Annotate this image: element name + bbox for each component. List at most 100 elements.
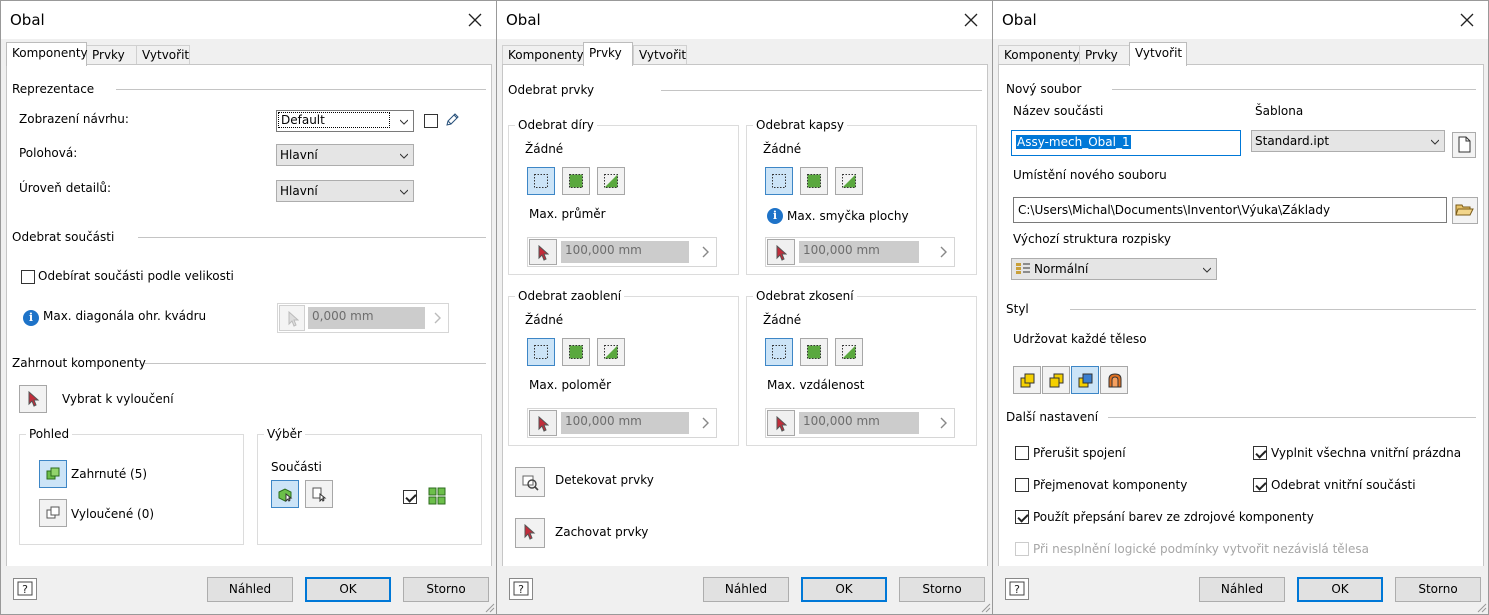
excluded-toggle[interactable]	[39, 499, 67, 527]
tab-prvky[interactable]: Prvky	[583, 42, 633, 66]
title-bar: Obal	[497, 1, 992, 39]
preview-button[interactable]: Náhled	[1199, 577, 1285, 602]
break-link-checkbox[interactable]	[1015, 446, 1029, 460]
tab-prvky[interactable]: Prvky	[1079, 45, 1130, 65]
style-each-solid-button[interactable]	[1071, 366, 1099, 394]
fillets-all-button[interactable]	[562, 338, 590, 366]
tab-komponenty[interactable]: Komponenty	[502, 45, 584, 65]
color-override-checkbox[interactable]	[1015, 510, 1029, 524]
chevron-right-icon[interactable]	[700, 246, 710, 258]
cancel-button[interactable]: Storno	[1395, 577, 1481, 602]
chamfers-max-value[interactable]: 100,000 mm	[799, 412, 919, 434]
bom-label: Výchozí struktura rozpisky	[1013, 232, 1171, 246]
select-all-checkbox[interactable]	[403, 490, 417, 504]
ok-button[interactable]: OK	[305, 577, 391, 602]
resize-grip-icon[interactable]	[1475, 601, 1487, 613]
tab-vytvorit[interactable]: Vytvořit	[136, 45, 190, 65]
resize-grip-icon[interactable]	[979, 601, 991, 613]
cancel-button[interactable]: Storno	[899, 577, 985, 602]
bom-structure-select[interactable]: Normální	[1011, 258, 1217, 280]
chamfers-all-button[interactable]	[800, 338, 828, 366]
close-icon[interactable]	[958, 7, 984, 33]
tab-vytvorit[interactable]: Vytvořit	[633, 45, 687, 65]
pockets-none-button[interactable]	[765, 167, 793, 195]
template-select[interactable]: Standard.ipt	[1251, 130, 1445, 152]
cursor-icon	[538, 245, 549, 261]
resize-grip-icon[interactable]	[483, 601, 495, 613]
pick-button[interactable]	[529, 239, 557, 265]
location-input[interactable]: C:\Users\Michal\Documents\Inventor\Výuka…	[1013, 197, 1447, 223]
tab-komponenty[interactable]: Komponenty	[6, 42, 88, 66]
select-exclude-label: Vybrat k vyloučení	[62, 392, 174, 406]
chamfers-max-input[interactable]: 100,000 mm	[765, 408, 955, 438]
chevron-right-icon[interactable]	[938, 246, 948, 258]
style-surface-button[interactable]	[1100, 366, 1128, 394]
preview-button[interactable]: Náhled	[207, 577, 293, 602]
fill-voids-checkbox[interactable]	[1253, 446, 1267, 460]
fillets-max-value[interactable]: 100,000 mm	[561, 412, 689, 434]
select-exclude-button[interactable]	[19, 385, 47, 413]
pick-button[interactable]	[767, 410, 795, 436]
dotted-square-icon	[534, 345, 548, 359]
holes-none-button[interactable]	[527, 167, 555, 195]
holes-range-button[interactable]	[597, 167, 625, 195]
select-parts-button[interactable]	[271, 480, 299, 508]
part-name-input[interactable]: Assy-mech_Obal_1	[1011, 130, 1241, 156]
pockets-all-button[interactable]	[800, 167, 828, 195]
pockets-max-input[interactable]: 100,000 mm	[765, 237, 955, 267]
help-button[interactable]: ?	[13, 578, 37, 600]
cursor-icon	[288, 311, 299, 327]
chevron-down-icon	[1203, 267, 1211, 273]
fillets-range-button[interactable]	[597, 338, 625, 366]
close-icon[interactable]	[462, 7, 488, 33]
detail-level-value: Hlavní	[280, 184, 318, 198]
included-toggle[interactable]	[39, 460, 67, 488]
fillets-none-button[interactable]	[527, 338, 555, 366]
close-icon[interactable]	[1454, 7, 1480, 33]
remove-internal-checkbox[interactable]	[1253, 478, 1267, 492]
select-subassembly-button[interactable]	[305, 480, 333, 508]
style-solid-no-seams-button[interactable]	[1042, 366, 1070, 394]
chevron-right-icon[interactable]	[938, 417, 948, 429]
pick-button[interactable]	[529, 410, 557, 436]
tab-vytvorit[interactable]: Vytvořit	[1129, 42, 1187, 66]
fillets-max-input[interactable]: 100,000 mm	[527, 408, 717, 438]
chevron-right-icon[interactable]	[700, 417, 710, 429]
tab-komponenty[interactable]: Komponenty	[998, 45, 1080, 65]
detect-features-button[interactable]	[515, 467, 545, 497]
holes-max-value[interactable]: 100,000 mm	[561, 241, 689, 263]
group-label: Pohled	[26, 427, 73, 441]
chamfers-none-button[interactable]	[765, 338, 793, 366]
half-square-icon	[604, 174, 618, 188]
section-dalsi-nastaveni: Další nastavení	[1006, 410, 1476, 424]
help-button[interactable]: ?	[509, 578, 533, 600]
help-button[interactable]: ?	[1005, 578, 1029, 600]
pockets-group: Odebrat kapsy Žádné i Max. smyčka plochy…	[746, 118, 977, 275]
ok-button[interactable]: OK	[801, 577, 887, 602]
detail-level-select[interactable]: Hlavní	[276, 180, 414, 202]
pockets-range-button[interactable]	[835, 167, 863, 195]
rename-components-checkbox[interactable]	[1015, 478, 1029, 492]
tab-prvky[interactable]: Prvky	[86, 45, 137, 65]
location-browse-button[interactable]	[1452, 197, 1478, 224]
template-browse-button[interactable]	[1452, 132, 1476, 158]
bom-structure-icon	[1016, 263, 1030, 274]
design-view-select[interactable]: Default	[276, 110, 414, 132]
pockets-max-value[interactable]: 100,000 mm	[799, 241, 919, 263]
excluded-parts-icon	[46, 506, 60, 519]
title-bar: Obal	[993, 1, 1488, 39]
style-single-solid-button[interactable]	[1013, 366, 1041, 394]
chamfers-range-button[interactable]	[835, 338, 863, 366]
grid-parts-icon[interactable]	[428, 487, 446, 505]
design-view-associative-checkbox[interactable]	[424, 114, 438, 128]
keep-features-button[interactable]	[515, 518, 545, 548]
cancel-button[interactable]: Storno	[403, 577, 489, 602]
pick-button[interactable]	[767, 239, 795, 265]
preview-button[interactable]: Náhled	[703, 577, 789, 602]
positional-select[interactable]: Hlavní	[276, 144, 414, 166]
holes-max-input[interactable]: 100,000 mm	[527, 237, 717, 267]
ok-button[interactable]: OK	[1297, 577, 1383, 602]
edit-pencil-icon[interactable]	[444, 112, 460, 128]
remove-by-size-checkbox[interactable]	[21, 270, 35, 284]
holes-all-button[interactable]	[562, 167, 590, 195]
